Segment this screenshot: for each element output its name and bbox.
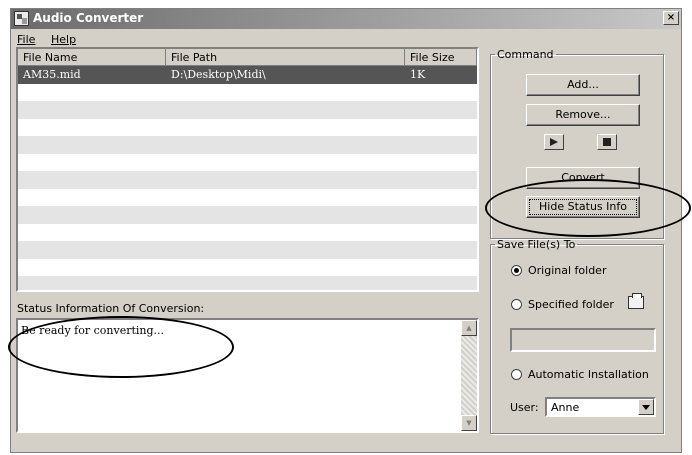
convert-button[interactable]: Convert — [526, 167, 640, 189]
empty-row — [18, 171, 477, 189]
save-legend: Save File(s) To — [497, 238, 576, 251]
radio-automatic-label: Automatic Installation — [528, 368, 649, 381]
title-bar[interactable]: Audio Converter × — [11, 9, 681, 29]
play-icon[interactable] — [544, 134, 564, 150]
user-label: User: — [510, 401, 539, 414]
file-list[interactable]: File Name File Path File Size AM35.mid D… — [16, 47, 479, 292]
empty-row — [18, 119, 477, 137]
column-file-name[interactable]: File Name — [18, 49, 166, 66]
cell-file-name: AM35.mid — [23, 68, 81, 82]
status-scrollbar[interactable]: ▲ ▼ — [461, 320, 477, 431]
folder-path-input[interactable] — [510, 328, 656, 352]
status-label: Status Information Of Conversion: — [17, 302, 205, 315]
empty-row — [18, 224, 477, 242]
empty-row — [18, 206, 477, 224]
user-select-value: Anne — [551, 401, 580, 414]
add-button-label: Add... — [567, 78, 599, 91]
chevron-down-icon[interactable] — [638, 399, 654, 415]
radio-original-folder[interactable]: Original folder — [511, 264, 606, 277]
radio-original-indicator[interactable] — [511, 265, 522, 276]
cell-file-size: 1K — [410, 68, 426, 82]
radio-automatic-indicator[interactable] — [511, 369, 522, 380]
status-text-area[interactable]: Be ready for converting... ▲ ▼ — [16, 318, 479, 433]
cell-file-path: D:\Desktop\Midi\ — [171, 68, 266, 82]
app-icon — [14, 11, 29, 26]
status-message: Be ready for converting... — [21, 324, 165, 337]
column-file-path[interactable]: File Path — [166, 49, 405, 66]
table-row[interactable]: AM35.mid D:\Desktop\Midi\ 1K — [18, 66, 477, 84]
command-legend: Command — [497, 48, 554, 61]
scroll-down-button[interactable]: ▼ — [461, 415, 477, 431]
window-title: Audio Converter — [33, 11, 144, 25]
stop-icon[interactable] — [597, 134, 617, 150]
remove-button[interactable]: Remove... — [526, 104, 640, 126]
empty-row — [18, 136, 477, 154]
menu-file[interactable]: File — [17, 33, 35, 46]
user-select[interactable]: Anne — [545, 397, 656, 417]
empty-row — [18, 276, 477, 290]
column-file-size[interactable]: File Size — [405, 49, 477, 66]
radio-specified-indicator[interactable] — [511, 299, 522, 310]
radio-automatic-installation[interactable]: Automatic Installation — [511, 368, 649, 381]
scroll-up-button[interactable]: ▲ — [461, 320, 477, 336]
list-header: File Name File Path File Size — [18, 49, 477, 66]
convert-button-label: Convert — [561, 171, 605, 184]
radio-specified-label: Specified folder — [528, 298, 614, 311]
menu-help-label: Help — [51, 33, 77, 46]
remove-button-label: Remove... — [555, 108, 611, 121]
add-button[interactable]: Add... — [526, 74, 640, 96]
empty-row — [18, 154, 477, 172]
radio-original-label: Original folder — [528, 264, 607, 277]
hide-status-info-label: Hide Status Info — [539, 200, 627, 213]
empty-row — [18, 101, 477, 119]
empty-row — [18, 259, 477, 277]
close-button[interactable]: × — [663, 11, 679, 25]
menu-file-label: File — [17, 33, 36, 46]
radio-specified-folder[interactable]: Specified folder — [511, 298, 614, 311]
folder-icon[interactable] — [628, 293, 644, 309]
empty-row — [18, 84, 477, 102]
empty-row — [18, 189, 477, 207]
hide-status-info-button[interactable]: Hide Status Info — [526, 196, 640, 218]
empty-row — [18, 241, 477, 259]
menu-help[interactable]: Help — [51, 33, 76, 46]
